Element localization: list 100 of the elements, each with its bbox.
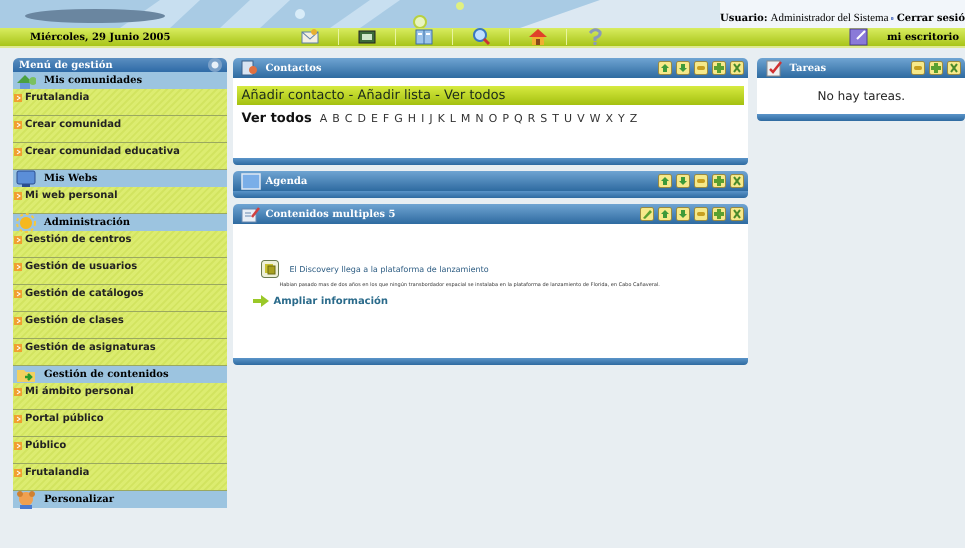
letter-link[interactable]: J <box>429 112 433 124</box>
filter-link[interactable]: Ver todos <box>241 111 312 126</box>
letter-link[interactable]: E <box>370 112 378 124</box>
close-icon[interactable] <box>730 61 744 75</box>
letter-link[interactable]: U <box>564 112 572 124</box>
letter-link[interactable]: S <box>540 112 548 124</box>
letter-link[interactable]: P <box>502 112 509 124</box>
down-arrow-icon[interactable] <box>676 207 690 221</box>
close-icon[interactable] <box>730 174 744 188</box>
menu-item[interactable]: Gestión de usuarios <box>13 258 228 285</box>
panel-title: Contactos <box>265 62 322 74</box>
up-arrow-icon[interactable] <box>658 207 672 221</box>
letter-link[interactable]: L <box>450 112 456 124</box>
bullet-icon <box>14 148 22 156</box>
letter-link[interactable]: A <box>320 112 328 124</box>
menu-item[interactable]: Frutalandia <box>13 89 228 116</box>
section-title: Personalizar <box>44 494 114 505</box>
minus-icon[interactable] <box>694 174 708 188</box>
letter-link[interactable]: N <box>475 112 484 124</box>
bullet-icon <box>14 414 22 422</box>
plus-icon[interactable] <box>712 61 726 75</box>
monitor-icon <box>16 168 36 188</box>
letter-link[interactable]: Z <box>630 112 638 124</box>
home-icon[interactable] <box>528 27 548 47</box>
panel-title: Contenidos multiples 5 <box>265 208 396 220</box>
desk-link[interactable]: mi escritorio <box>886 32 959 42</box>
minus-icon[interactable] <box>694 207 708 221</box>
letter-link[interactable]: V <box>577 112 585 124</box>
letter-link[interactable]: R <box>528 112 536 124</box>
letter-link[interactable]: O <box>488 112 498 124</box>
letter-link[interactable]: F <box>382 112 390 124</box>
menu-item[interactable]: Gestión de asignaturas <box>13 339 228 366</box>
notepad-icon <box>241 205 262 223</box>
separator-text: - <box>348 88 354 103</box>
menu-item[interactable]: Gestión de centros <box>13 231 228 258</box>
sun-icon <box>16 212 36 232</box>
menu-item[interactable]: Gestión de catálogos <box>13 285 228 312</box>
menu-title: Menú de gestión <box>19 60 113 70</box>
pencil-icon[interactable] <box>640 207 654 221</box>
letter-link[interactable]: Q <box>514 112 523 124</box>
notepad-icon[interactable] <box>848 27 869 47</box>
menu-item[interactable]: Gestión de clases <box>13 312 228 339</box>
article-link[interactable]: El Discovery llega a la plataforma de lanzamiento <box>289 264 489 274</box>
close-icon[interactable] <box>730 207 744 221</box>
menu-item[interactable]: Mi ámbito personal <box>13 383 228 410</box>
menu-item[interactable]: Público <box>13 437 228 464</box>
section-title: Mis Webs <box>44 173 98 184</box>
letter-link[interactable]: I <box>421 112 424 124</box>
plus-icon[interactable] <box>712 207 726 221</box>
plus-icon[interactable] <box>712 174 726 188</box>
section-title: Administración <box>44 217 130 228</box>
letter-link[interactable]: G <box>394 112 403 124</box>
up-arrow-icon[interactable] <box>658 61 672 75</box>
bullet-icon <box>14 388 22 396</box>
down-arrow-icon[interactable] <box>676 61 690 75</box>
document-icon <box>261 260 280 278</box>
action-link[interactable]: Ver todos <box>444 88 506 103</box>
letter-link[interactable]: K <box>438 112 445 124</box>
letter-link[interactable]: Y <box>618 112 625 124</box>
date-label: Miércoles, 29 Junio 2005 <box>29 32 172 42</box>
bullet-icon <box>14 290 22 298</box>
empty-message: No hay tareas. <box>817 89 906 103</box>
bullet-icon <box>14 236 22 244</box>
letter-link[interactable]: M <box>460 112 470 124</box>
minus-icon[interactable] <box>911 61 925 75</box>
letter-link[interactable]: D <box>357 112 366 124</box>
calendar-icon <box>241 172 262 190</box>
bullet-icon <box>14 262 22 270</box>
up-arrow-icon[interactable] <box>658 174 672 188</box>
letter-link[interactable]: W <box>590 112 600 124</box>
minus-icon[interactable] <box>694 61 708 75</box>
menu-item[interactable]: Portal público <box>13 410 228 437</box>
menu-item[interactable]: Crear comunidad educativa <box>13 143 228 170</box>
action-link[interactable]: Añadir lista <box>358 88 431 103</box>
close-icon[interactable] <box>947 61 961 75</box>
menu-item[interactable]: Frutalandia <box>13 464 228 491</box>
menu-item[interactable]: Crear comunidad <box>13 116 228 143</box>
letter-link[interactable]: C <box>344 112 352 124</box>
bullet-icon <box>14 316 22 324</box>
bullet-icon <box>14 344 22 352</box>
logout-link[interactable]: Cerrar sesió <box>896 13 965 24</box>
circle-icon <box>207 57 224 73</box>
menu-item[interactable]: Mi web personal <box>13 187 228 214</box>
section-title: Gestión de contenidos <box>44 369 169 380</box>
letter-link[interactable]: X <box>606 112 614 124</box>
book-icon[interactable] <box>414 27 434 47</box>
bullet-icon <box>14 442 22 450</box>
more-link[interactable]: Ampliar información <box>273 296 388 306</box>
arrow-icon <box>253 295 270 307</box>
panel-title: Tareas <box>789 62 826 74</box>
bullet-icon <box>14 468 22 476</box>
letter-link[interactable]: B <box>332 112 340 124</box>
letter-link[interactable]: T <box>552 112 560 124</box>
action-link[interactable]: Añadir contacto <box>241 88 345 103</box>
plus-icon[interactable] <box>929 61 943 75</box>
separator-text: - <box>434 88 441 103</box>
letter-link[interactable]: H <box>408 112 416 124</box>
user-name: Administrador del Sistema <box>770 12 888 24</box>
down-arrow-icon[interactable] <box>676 174 690 188</box>
search-icon[interactable] <box>471 27 491 47</box>
